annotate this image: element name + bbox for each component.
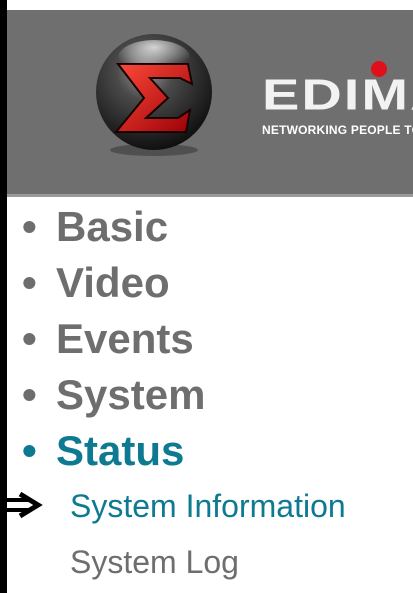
header-divider [7, 194, 413, 197]
bullet: • [22, 259, 37, 306]
bullet: • [22, 315, 37, 362]
menu-item-status[interactable]: • Status [22, 430, 184, 472]
menu-item-label: Status [56, 427, 185, 474]
menu-item-label: System [56, 371, 206, 418]
brand-tagline: NETWORKING PEOPLE TOGETHER [262, 123, 413, 137]
sidebar-frame: EDIMAX NETWORKING PEOPLE TOGETHER • Basic… [0, 0, 413, 593]
submenu-item-system-log[interactable]: System Log [70, 546, 239, 578]
bullet: • [22, 427, 37, 474]
menu-item-label: Basic [56, 203, 169, 250]
menu-item-label: Video [56, 259, 170, 306]
menu-item-video[interactable]: • Video [22, 262, 170, 304]
menu-item-label: Events [56, 315, 194, 362]
brand-logo: EDIMAX NETWORKING PEOPLE TOGETHER [262, 55, 413, 145]
menu-item-events[interactable]: • Events [22, 318, 194, 360]
bullet: • [22, 371, 37, 418]
bullet: • [22, 203, 37, 250]
sigma-orb-logo-icon[interactable] [92, 28, 216, 163]
menu-item-system[interactable]: • System [22, 374, 205, 416]
menu-item-basic[interactable]: • Basic [22, 206, 168, 248]
submenu-item-system-information[interactable]: System Information [70, 490, 346, 522]
brand-name: EDIMAX [262, 69, 413, 120]
header-top-strip [7, 0, 413, 10]
arrow-right-icon [0, 491, 46, 525]
